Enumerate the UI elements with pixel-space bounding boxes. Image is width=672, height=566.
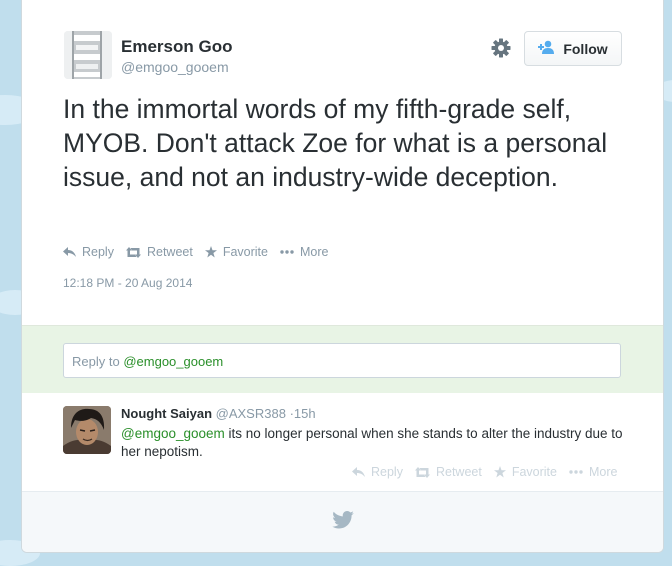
favorite-label: Favorite <box>222 245 268 259</box>
author-avatar[interactable] <box>64 31 112 79</box>
tweet-text: In the immortal words of my fifth-grade … <box>63 94 608 192</box>
reply-input[interactable]: Reply to @emgoo_gooem <box>63 343 621 378</box>
retweet-icon <box>414 466 430 478</box>
add-user-icon <box>538 40 556 57</box>
reply-favorite-action[interactable]: Favorite <box>493 465 557 479</box>
star-icon <box>204 246 217 258</box>
reply-text: @emgoo_gooem its no longer personal when… <box>121 425 631 461</box>
gear-icon[interactable] <box>490 37 512 59</box>
tweet-timestamp[interactable]: 12:18 PM - 20 Aug 2014 <box>63 276 192 290</box>
reply-header: Nought Saiyan @AXSR388 ·15h <box>121 406 316 421</box>
reply-favorite-label: Favorite <box>511 465 557 479</box>
card-footer <box>22 492 663 552</box>
reply-label: Reply <box>82 245 114 259</box>
more-dots-icon <box>569 470 583 474</box>
reply-icon <box>63 246 76 257</box>
tweet-actions: Reply Retweet Favorite More <box>63 245 340 259</box>
reply-mention: @emgoo_gooem <box>123 354 224 369</box>
reply-more-action[interactable]: More <box>569 465 617 479</box>
retweet-action[interactable]: Retweet <box>125 245 193 259</box>
author-handle[interactable]: @emgoo_gooem <box>121 59 229 75</box>
author-name[interactable]: Emerson Goo <box>121 37 232 57</box>
reply-more-label: More <box>588 465 618 479</box>
reply-text-mention[interactable]: @emgoo_gooem <box>121 426 225 441</box>
reply-action[interactable]: Reply <box>63 245 114 259</box>
reply-reply-action[interactable]: Reply <box>352 465 403 479</box>
more-label: More <box>299 245 329 259</box>
reply-icon <box>352 466 365 477</box>
reply-time[interactable]: 15h <box>294 406 316 421</box>
reply-compose-area: Reply to @emgoo_gooem <box>22 325 663 394</box>
reply-author-name[interactable]: Nought Saiyan <box>121 406 212 421</box>
retweet-icon <box>125 246 141 258</box>
reply-prefix: Reply to <box>72 354 120 369</box>
reply-reply-label: Reply <box>371 465 403 479</box>
tweet-card: Emerson Goo @emgoo_gooem Follow In the i… <box>21 0 664 553</box>
reply-author-handle[interactable]: @AXSR388 <box>216 406 286 421</box>
more-action[interactable]: More <box>280 245 328 259</box>
more-dots-icon <box>280 250 294 254</box>
reply-author-avatar[interactable] <box>63 406 111 454</box>
reply-retweet-label: Retweet <box>435 465 482 479</box>
twitter-bird-icon <box>332 511 354 534</box>
retweet-label: Retweet <box>146 245 193 259</box>
reply-tweet[interactable]: Nought Saiyan @AXSR388 ·15h @emgoo_gooem… <box>22 393 663 492</box>
reply-actions: Reply Retweet Favorite More <box>352 465 629 479</box>
follow-label: Follow <box>563 40 608 57</box>
follow-button[interactable]: Follow <box>524 31 622 66</box>
star-icon <box>493 466 506 478</box>
favorite-action[interactable]: Favorite <box>204 245 268 259</box>
reply-retweet-action[interactable]: Retweet <box>414 465 482 479</box>
